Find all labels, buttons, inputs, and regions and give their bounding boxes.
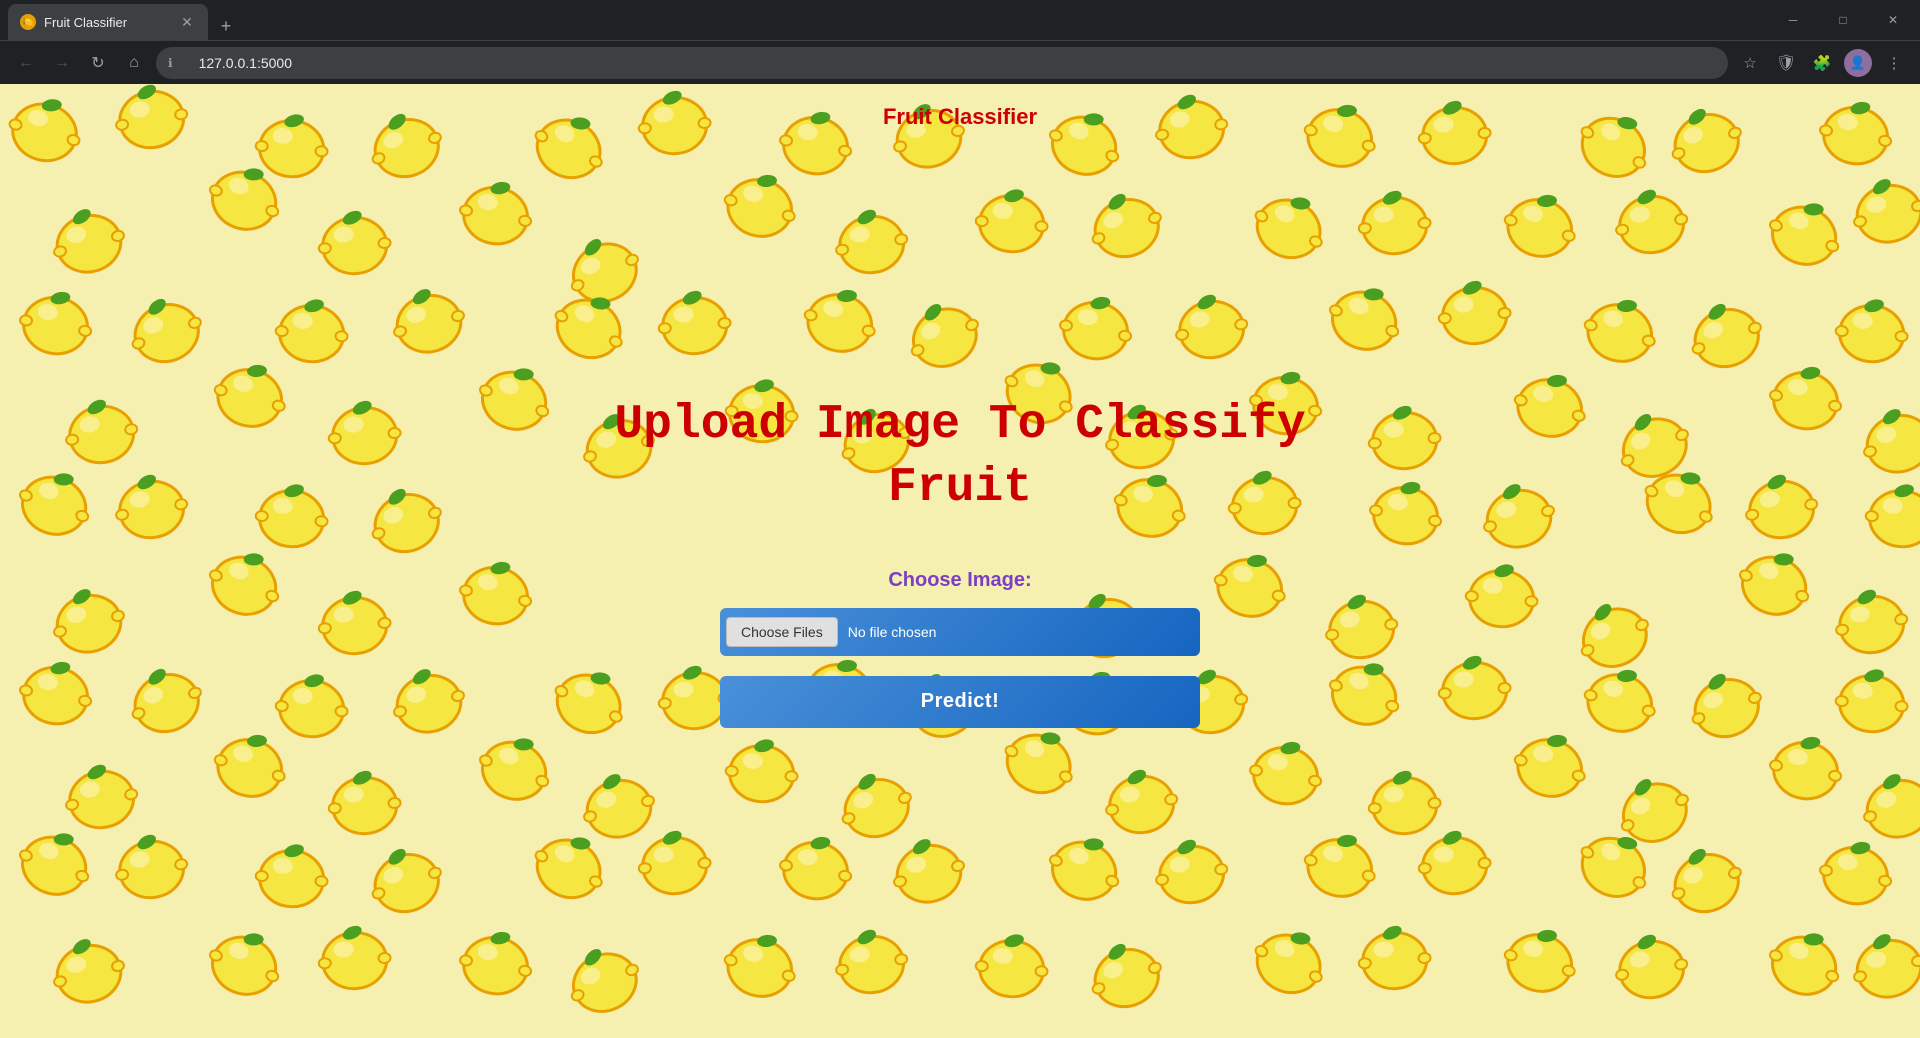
address-bar-input-wrapper: ℹ	[156, 47, 1728, 79]
tab-bar: 🍋 Fruit Classifier ✕ + ─ □ ✕	[0, 0, 1920, 40]
extensions-button[interactable]: 🧩	[1808, 49, 1836, 77]
minimize-button[interactable]: ─	[1770, 0, 1816, 40]
new-tab-button[interactable]: +	[212, 12, 240, 40]
active-tab[interactable]: 🍋 Fruit Classifier ✕	[8, 4, 208, 40]
main-heading: Upload Image To Classify Fruit	[614, 394, 1305, 519]
tab-close-button[interactable]: ✕	[178, 13, 196, 31]
back-button[interactable]: ←	[12, 49, 40, 77]
main-content: Fruit Classifier Upload Image To Classif…	[0, 84, 1920, 1038]
avatar-button[interactable]: 👤	[1844, 49, 1872, 77]
menu-button[interactable]: ⋮	[1880, 49, 1908, 77]
forward-button[interactable]: →	[48, 49, 76, 77]
no-file-label: No file chosen	[848, 624, 937, 640]
maximize-button[interactable]: □	[1820, 0, 1866, 40]
file-input-wrapper[interactable]: Choose Files No file chosen	[720, 608, 1200, 656]
window-close-button[interactable]: ✕	[1870, 0, 1916, 40]
address-bar: ← → ↻ ⌂ ℹ ☆ 🛡 🧩 👤 ⋮	[0, 40, 1920, 84]
heading-line1: Upload Image To Classify	[614, 398, 1305, 452]
tab-title-text: Fruit Classifier	[44, 15, 170, 30]
upload-form: Choose Image: Choose Files No file chose…	[720, 569, 1200, 728]
browser-actions: ☆ 🛡 🧩 👤 ⋮	[1736, 49, 1908, 77]
heading-line2: Fruit	[888, 461, 1032, 515]
lock-icon: ℹ	[168, 56, 173, 70]
home-button[interactable]: ⌂	[120, 49, 148, 77]
center-content: Upload Image To Classify Fruit Choose Im…	[614, 394, 1305, 728]
page-title: Fruit Classifier	[883, 104, 1037, 130]
tab-favicon: 🍋	[20, 14, 36, 30]
extension-shield-icon[interactable]: 🛡	[1772, 49, 1800, 77]
browser-chrome: 🍋 Fruit Classifier ✕ + ─ □ ✕ ← → ↻ ⌂ ℹ ☆…	[0, 0, 1920, 84]
refresh-button[interactable]: ↻	[84, 49, 112, 77]
url-input[interactable]	[179, 55, 1716, 71]
choose-files-button[interactable]: Choose Files	[726, 617, 838, 647]
bookmark-button[interactable]: ☆	[1736, 49, 1764, 77]
predict-button[interactable]: Predict!	[720, 676, 1200, 728]
window-controls: ─ □ ✕	[1770, 0, 1916, 40]
choose-image-label: Choose Image:	[888, 569, 1031, 592]
page-content: Fruit Classifier Upload Image To Classif…	[0, 84, 1920, 1038]
